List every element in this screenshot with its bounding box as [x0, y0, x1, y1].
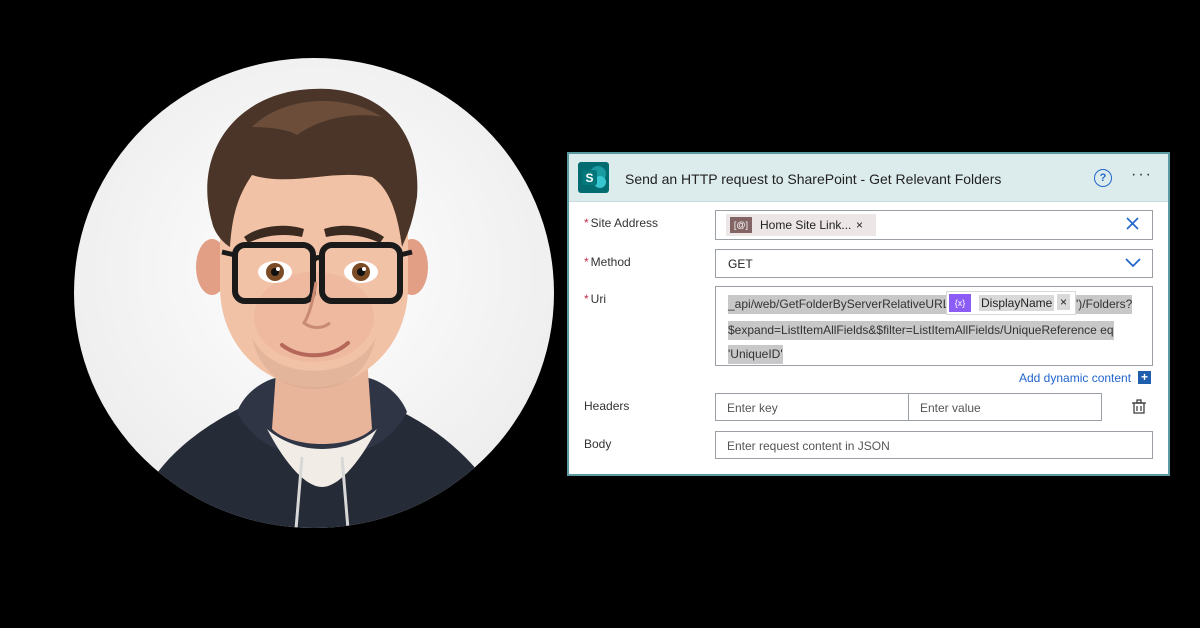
- header-key-input[interactable]: Enter key: [715, 393, 909, 421]
- clear-icon[interactable]: [1125, 216, 1140, 231]
- add-dynamic-content-plus-icon[interactable]: +: [1138, 371, 1151, 384]
- remove-token-icon[interactable]: ×: [856, 218, 863, 232]
- method-label: * Method: [584, 255, 631, 269]
- token-icon: [@]: [730, 217, 752, 233]
- method-value: GET: [728, 257, 753, 271]
- uri-line-2: $expand=ListItemAllFields&$filter=ListIt…: [728, 321, 1114, 340]
- header-key-placeholder: Enter key: [727, 401, 778, 415]
- header-value-input[interactable]: Enter value: [908, 393, 1102, 421]
- http-request-action-card: S Send an HTTP request to SharePoint - G…: [567, 152, 1170, 476]
- token-label: Home Site Link...: [760, 218, 852, 232]
- help-icon[interactable]: ?: [1094, 169, 1112, 187]
- avatar-illustration: [72, 57, 556, 529]
- sharepoint-logo-icon: S: [578, 162, 609, 193]
- body-label: Body: [584, 437, 612, 451]
- site-address-token[interactable]: [@] Home Site Link... ×: [726, 214, 876, 236]
- chevron-down-icon[interactable]: [1124, 256, 1142, 270]
- body-input[interactable]: Enter request content in JSON: [715, 431, 1153, 459]
- card-header[interactable]: S Send an HTTP request to SharePoint - G…: [569, 154, 1168, 202]
- action-title[interactable]: Send an HTTP request to SharePoint - Get…: [625, 171, 1001, 187]
- remove-token-icon[interactable]: ×: [1057, 294, 1071, 310]
- svg-text:S: S: [585, 171, 593, 185]
- method-dropdown[interactable]: GET: [715, 249, 1153, 278]
- switch-to-text-mode-icon[interactable]: [1131, 399, 1147, 415]
- headers-label: Headers: [584, 399, 630, 413]
- uri-line-1-suffix: ')/Folders?: [1076, 295, 1133, 314]
- uri-field[interactable]: _api/web/GetFolderByServerRelativeURL(' …: [715, 286, 1153, 366]
- add-dynamic-content-link[interactable]: Add dynamic content: [1019, 371, 1131, 385]
- uri-line-3: 'UniqueID': [728, 345, 783, 364]
- displayname-token[interactable]: {x} DisplayName ×: [946, 291, 1076, 315]
- header-value-placeholder: Enter value: [920, 401, 981, 415]
- token-label: DisplayName: [979, 295, 1055, 311]
- more-options-icon[interactable]: ···: [1131, 167, 1153, 183]
- site-address-label: * Site Address: [584, 216, 659, 230]
- uri-line-1-prefix: _api/web/GetFolderByServerRelativeURL(': [728, 295, 956, 314]
- site-address-field[interactable]: [@] Home Site Link... ×: [715, 210, 1153, 240]
- uri-label: * Uri: [584, 292, 606, 306]
- body-placeholder: Enter request content in JSON: [727, 439, 890, 453]
- variable-icon: {x}: [949, 294, 971, 312]
